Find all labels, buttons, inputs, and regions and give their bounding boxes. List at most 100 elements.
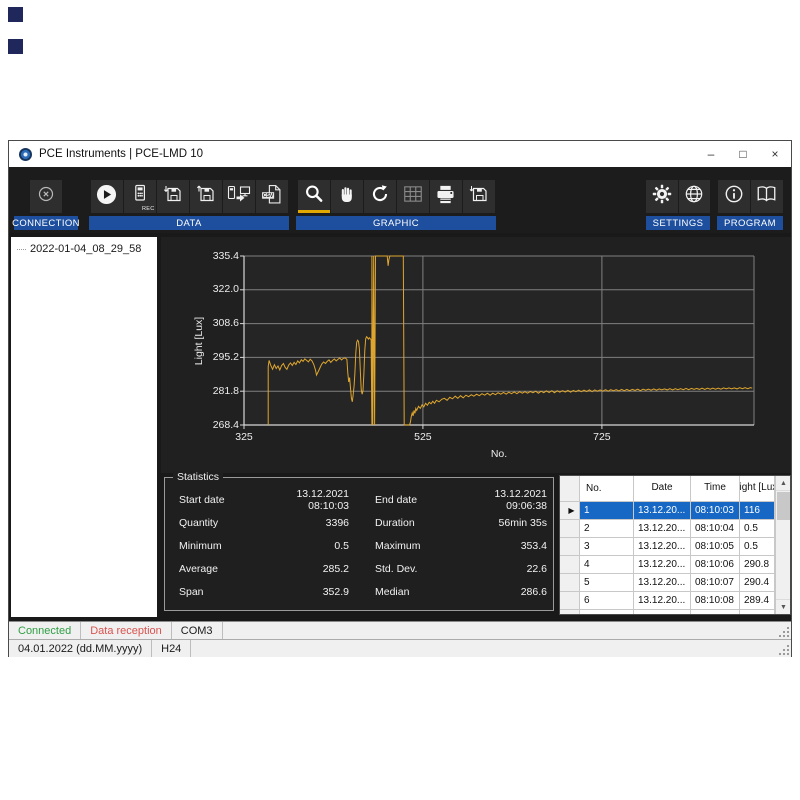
cell-no[interactable]: 1	[580, 502, 634, 520]
cell-date[interactable]: 13.12.20...	[634, 610, 691, 615]
cell-light[interactable]: 116	[740, 502, 775, 520]
table-row[interactable]: 313.12.20...08:10:050.5	[560, 538, 775, 556]
table-row[interactable]: 613.12.20...08:10:08289.4	[560, 592, 775, 610]
desktop-icon[interactable]	[8, 7, 23, 22]
column-header-no[interactable]: No.	[580, 476, 634, 502]
cell-light[interactable]: 0.5	[740, 538, 775, 556]
stat-value: 56min 35s	[467, 517, 547, 529]
cell-time[interactable]: 08:10:09	[691, 610, 740, 615]
status-section: Connected	[9, 622, 81, 639]
export-csv-button[interactable]: CSV	[256, 180, 288, 213]
save-data-button[interactable]	[157, 180, 189, 213]
cell-date[interactable]: 13.12.20...	[634, 502, 691, 520]
cell-time[interactable]: 08:10:04	[691, 520, 740, 538]
stat-label: Maximum	[375, 540, 467, 552]
status-section: Data reception	[81, 622, 172, 639]
y-axis-tick-label: 295.2	[199, 351, 239, 363]
scrollbar-down-icon[interactable]: ▼	[776, 599, 791, 614]
cell-date[interactable]: 13.12.20...	[634, 556, 691, 574]
table-row[interactable]: 713.12.20...08:10:09291.4	[560, 610, 775, 615]
cell-light[interactable]: 0.5	[740, 520, 775, 538]
cell-no[interactable]: 5	[580, 574, 634, 592]
cell-light[interactable]: 289.4	[740, 592, 775, 610]
cell-time[interactable]: 08:10:08	[691, 592, 740, 610]
disconnect-button[interactable]	[30, 180, 62, 213]
info-button[interactable]	[718, 180, 750, 213]
status-bar-datetime: 04.01.2022 (dd.MM.yyyy)H24	[9, 639, 791, 657]
resize-grip[interactable]	[779, 627, 789, 637]
logger-record-button[interactable]: REC	[124, 180, 156, 213]
column-header-date[interactable]: Date	[634, 476, 691, 502]
cell-time[interactable]: 08:10:07	[691, 574, 740, 592]
book-icon	[754, 183, 779, 210]
disk-chart-icon	[469, 184, 489, 209]
manual-button[interactable]	[751, 180, 783, 213]
row-header-cell[interactable]	[560, 556, 580, 574]
stat-label: Duration	[375, 517, 467, 529]
toolbar-group-connection: CONNECTION	[14, 180, 78, 230]
grid-toggle-button[interactable]	[397, 180, 429, 213]
y-axis-tick-label: 335.4	[199, 250, 239, 262]
cell-time[interactable]: 08:10:06	[691, 556, 740, 574]
chart-area[interactable]: Light [Lux] No. 335.4322.0308.6295.2281.…	[161, 237, 791, 473]
cell-no[interactable]: 7	[580, 610, 634, 615]
cell-no[interactable]: 6	[580, 592, 634, 610]
stat-value: 22.6	[467, 563, 547, 575]
stat-label: Median	[375, 586, 467, 598]
row-header-cell[interactable]	[560, 574, 580, 592]
cell-light[interactable]: 290.8	[740, 556, 775, 574]
stat-value: 0.5	[271, 540, 349, 552]
save-chart-button[interactable]	[463, 180, 495, 213]
scrollbar-thumb[interactable]	[777, 492, 790, 520]
current-row-marker-icon[interactable]: ▶	[560, 502, 580, 520]
cell-no[interactable]: 4	[580, 556, 634, 574]
pan-tool-button[interactable]	[331, 180, 363, 213]
table-row[interactable]: ▶113.12.20...08:10:03116	[560, 502, 775, 520]
row-header-cell[interactable]	[560, 610, 580, 615]
column-header-time[interactable]: Time	[691, 476, 740, 502]
print-chart-button[interactable]	[430, 180, 462, 213]
stat-value: 286.6	[467, 586, 547, 598]
cell-time[interactable]: 08:10:03	[691, 502, 740, 520]
x-axis-tick-label: 725	[582, 431, 622, 443]
row-header-cell[interactable]	[560, 538, 580, 556]
table-row[interactable]: 213.12.20...08:10:040.5	[560, 520, 775, 538]
table-row[interactable]: 513.12.20...08:10:07290.4	[560, 574, 775, 592]
close-button[interactable]: ×	[759, 141, 791, 167]
settings-button[interactable]	[646, 180, 678, 213]
start-measurement-button[interactable]	[91, 180, 123, 213]
y-axis-tick-label: 322.0	[199, 283, 239, 295]
toolbar-group-program: PROGRAM	[717, 180, 783, 230]
minimize-button[interactable]: –	[695, 141, 727, 167]
maximize-button[interactable]: □	[727, 141, 759, 167]
resize-grip[interactable]	[779, 645, 789, 655]
cell-light[interactable]: 290.4	[740, 574, 775, 592]
cell-no[interactable]: 2	[580, 520, 634, 538]
cell-light[interactable]: 291.4	[740, 610, 775, 615]
desktop-icon[interactable]	[8, 39, 23, 54]
reset-view-button[interactable]	[364, 180, 396, 213]
cell-date[interactable]: 13.12.20...	[634, 574, 691, 592]
row-header-cell[interactable]	[560, 520, 580, 538]
cell-date[interactable]: 13.12.20...	[634, 520, 691, 538]
x-axis-tick-label: 325	[224, 431, 264, 443]
session-tree: 2022-01-04_08_29_58	[11, 237, 157, 617]
cell-time[interactable]: 08:10:05	[691, 538, 740, 556]
cell-date[interactable]: 13.12.20...	[634, 538, 691, 556]
table-scrollbar[interactable]: ▲ ▼	[775, 476, 790, 614]
y-axis-tick-label: 308.6	[199, 317, 239, 329]
row-header-cell[interactable]	[560, 592, 580, 610]
tree-item-session[interactable]: 2022-01-04_08_29_58	[11, 237, 157, 257]
table-row[interactable]: 413.12.20...08:10:06290.8	[560, 556, 775, 574]
cell-date[interactable]: 13.12.20...	[634, 592, 691, 610]
language-button[interactable]	[679, 180, 711, 213]
scrollbar-up-icon[interactable]: ▲	[776, 476, 791, 491]
cell-no[interactable]: 3	[580, 538, 634, 556]
x-axis-tick-label: 525	[403, 431, 443, 443]
transfer-device-to-pc-button[interactable]	[223, 180, 255, 213]
stat-label: Start date	[179, 494, 271, 506]
load-data-button[interactable]	[190, 180, 222, 213]
zoom-tool-button[interactable]	[298, 180, 330, 213]
column-header-light-lux[interactable]: Light [Lux]	[740, 476, 775, 502]
toolbar-group-label: DATA	[89, 216, 289, 230]
